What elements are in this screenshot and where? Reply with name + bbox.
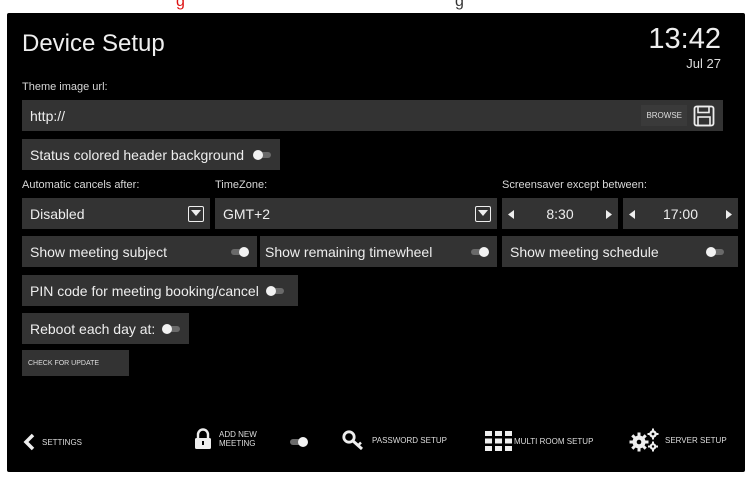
increment-arrow-icon[interactable]: [725, 206, 732, 222]
status-header-label: Status colored header background: [30, 146, 245, 163]
meeting-subject-label: Show meeting subject: [30, 243, 167, 260]
meeting-schedule-label: Show meeting schedule: [510, 243, 659, 260]
reboot-label: Reboot each day at:: [30, 320, 156, 337]
auto-cancel-value: Disabled: [30, 205, 85, 222]
auto-cancel-label: Automatic cancels after:: [22, 179, 140, 191]
meeting-text: MEETING: [219, 439, 256, 448]
settings-nav-label: SETTINGS: [42, 437, 83, 447]
screensaver-end-value: 17:00: [662, 205, 699, 222]
screensaver-start-stepper[interactable]: 8:30: [502, 198, 618, 229]
increment-arrow-icon[interactable]: [606, 206, 612, 222]
gears-icon: [629, 428, 659, 452]
decrement-arrow-icon[interactable]: [508, 206, 514, 222]
chevron-down-icon[interactable]: [475, 205, 491, 222]
reboot-toggle[interactable]: [162, 323, 182, 334]
multi-room-setup-button[interactable]: MULTI ROOM SETUP: [485, 431, 593, 451]
device-setup-screen: Device Setup 13:42 Jul 27 Theme image ur…: [7, 13, 745, 472]
password-setup-label: PASSWORD SETUP: [372, 435, 447, 445]
top-text-fragment-dark: g: [455, 0, 464, 10]
theme-url-field[interactable]: http:// BROWSE: [22, 100, 723, 131]
add-new-meeting-label: ADD NEW MEETING: [219, 430, 257, 448]
chevron-down-icon[interactable]: [188, 205, 204, 222]
theme-url-label: Theme image url:: [22, 81, 108, 93]
pin-code-toggle-row[interactable]: PIN code for meeting booking/cancel: [22, 275, 298, 306]
page-title: Device Setup: [22, 30, 165, 57]
chevron-left-icon: [23, 433, 35, 451]
pin-code-label: PIN code for meeting booking/cancel: [30, 282, 259, 299]
status-header-toggle-row[interactable]: Status colored header background: [22, 139, 280, 170]
clock-date: Jul 27: [686, 56, 721, 71]
browse-button[interactable]: BROWSE: [641, 105, 687, 126]
save-icon[interactable]: [693, 105, 715, 127]
password-setup-button[interactable]: PASSWORD SETUP: [342, 430, 447, 450]
check-for-update-button[interactable]: CHECK FOR UPDATE: [22, 350, 129, 376]
add-new-text: ADD NEW: [219, 430, 257, 439]
server-setup-button[interactable]: SERVER SETUP: [629, 428, 727, 452]
status-header-toggle[interactable]: [253, 149, 273, 160]
remaining-timewheel-toggle-row[interactable]: Show remaining timewheel: [260, 236, 497, 267]
server-setup-label: SERVER SETUP: [665, 435, 727, 445]
theme-url-value[interactable]: http://: [22, 108, 641, 124]
timezone-value: GMT+2: [223, 205, 271, 222]
top-text-fragment-red: g: [176, 0, 185, 10]
grid-icon: [485, 431, 512, 451]
lock-icon: [195, 428, 211, 449]
add-new-meeting-button[interactable]: ADD NEW MEETING: [194, 428, 257, 450]
screensaver-end-stepper[interactable]: 17:00: [623, 198, 738, 229]
clock-time: 13:42: [648, 23, 721, 55]
meeting-schedule-toggle-row[interactable]: Show meeting schedule: [502, 236, 738, 267]
key-icon: [342, 430, 364, 450]
decrement-arrow-icon[interactable]: [629, 206, 635, 222]
timezone-label: TimeZone:: [215, 179, 268, 191]
screensaver-start-value: 8:30: [546, 205, 574, 222]
meeting-schedule-toggle[interactable]: [706, 246, 726, 257]
multi-room-setup-label: MULTI ROOM SETUP: [514, 436, 594, 446]
remaining-timewheel-toggle[interactable]: [469, 246, 489, 257]
meeting-subject-toggle[interactable]: [229, 246, 249, 257]
meeting-subject-toggle-row[interactable]: Show meeting subject: [22, 236, 257, 267]
add-meeting-toggle[interactable]: [288, 437, 308, 447]
pin-code-toggle[interactable]: [265, 285, 286, 296]
remaining-timewheel-label: Show remaining timewheel: [265, 243, 433, 260]
settings-nav-button[interactable]: SETTINGS: [22, 433, 82, 451]
auto-cancel-dropdown[interactable]: Disabled: [22, 198, 210, 229]
top-page-strip: g g: [0, 0, 752, 13]
screensaver-label: Screensaver except between:: [502, 179, 647, 191]
reboot-toggle-row[interactable]: Reboot each day at:: [22, 313, 189, 344]
timezone-dropdown[interactable]: GMT+2: [215, 198, 497, 229]
